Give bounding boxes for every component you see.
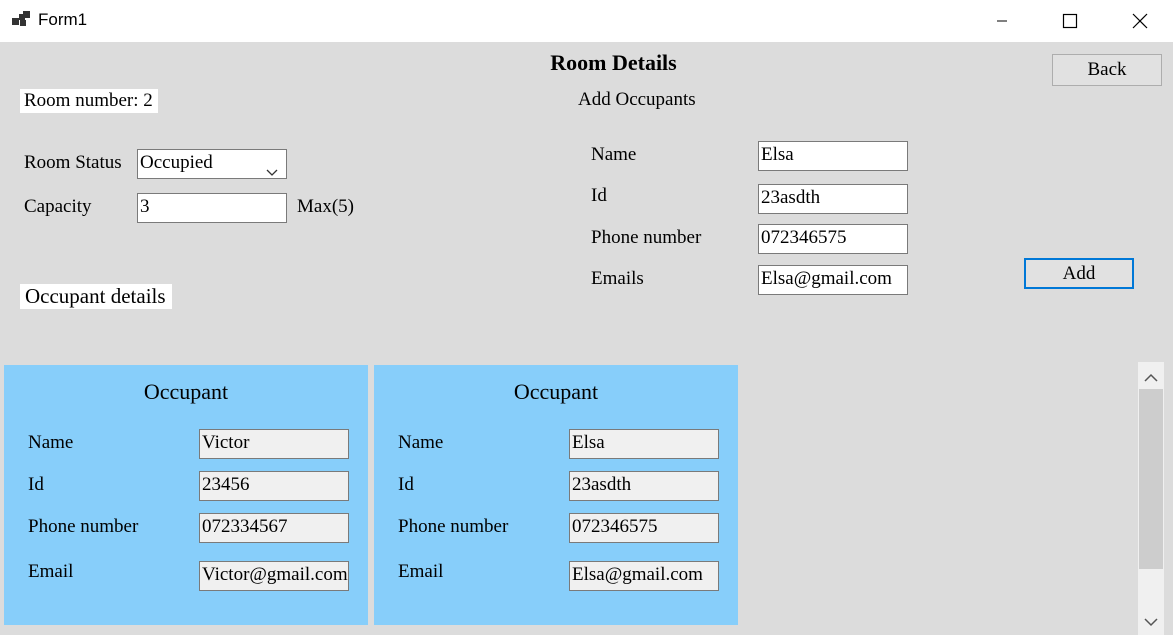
page-title: Room Details bbox=[550, 50, 677, 75]
occupant-card: Occupant Name Victor Id 23456 Phone numb… bbox=[4, 365, 368, 625]
occupant-phone-field[interactable]: 072334567 bbox=[199, 513, 349, 543]
occupant-name-field[interactable]: Elsa bbox=[569, 429, 719, 459]
occupant-phone-label: Phone number bbox=[28, 516, 139, 537]
vertical-scrollbar[interactable] bbox=[1138, 362, 1164, 635]
back-button[interactable]: Back bbox=[1052, 54, 1162, 86]
occupant-id-label: Id bbox=[28, 474, 44, 495]
occupant-card-title: Occupant bbox=[513, 379, 599, 404]
occupant-email-label: Email bbox=[28, 561, 74, 582]
room-status-label: Room Status bbox=[24, 152, 122, 173]
occupant-card: Occupant Name Elsa Id 23asdth Phone numb… bbox=[374, 365, 738, 625]
occupant-id-field[interactable]: 23456 bbox=[199, 471, 349, 501]
app-window-icon bbox=[12, 11, 30, 27]
occupant-details-heading: Occupant details bbox=[20, 284, 172, 309]
add-name-label: Name bbox=[591, 144, 637, 165]
occupant-id-field[interactable]: 23asdth bbox=[569, 471, 719, 501]
room-status-value: Occupied bbox=[140, 152, 213, 173]
room-number-label: Room number: 2 bbox=[20, 89, 158, 113]
capacity-input[interactable]: 3 bbox=[137, 193, 287, 223]
occupant-card-title: Occupant bbox=[143, 379, 229, 404]
add-phone-input[interactable]: 072346575 bbox=[758, 224, 908, 254]
add-email-label: Emails bbox=[591, 268, 644, 289]
close-button[interactable] bbox=[1117, 0, 1163, 42]
window-title: Form1 bbox=[38, 10, 88, 29]
add-email-input[interactable]: Elsa@gmail.com bbox=[758, 265, 908, 295]
occupant-name-field[interactable]: Victor bbox=[199, 429, 349, 459]
chevron-down-icon bbox=[266, 159, 278, 185]
occupant-name-label: Name bbox=[28, 432, 74, 453]
title-bar: Form1 bbox=[0, 0, 1173, 42]
maximize-icon bbox=[1062, 13, 1078, 29]
capacity-label: Capacity bbox=[24, 196, 92, 217]
add-id-label: Id bbox=[591, 185, 607, 206]
room-status-select[interactable]: Occupied bbox=[137, 149, 287, 179]
minimize-icon bbox=[996, 15, 1008, 27]
close-icon bbox=[1132, 13, 1148, 29]
minimize-button[interactable] bbox=[979, 0, 1025, 42]
add-phone-label: Phone number bbox=[591, 227, 702, 248]
occupant-email-field[interactable]: Victor@gmail.com bbox=[199, 561, 349, 591]
scrollbar-thumb[interactable] bbox=[1139, 389, 1163, 569]
add-id-input[interactable]: 23asdth bbox=[758, 184, 908, 214]
occupant-name-label: Name bbox=[398, 432, 444, 453]
occupant-id-label: Id bbox=[398, 474, 414, 495]
scroll-up-icon[interactable] bbox=[1144, 370, 1158, 388]
maximize-button[interactable] bbox=[1047, 0, 1093, 42]
scroll-down-icon[interactable] bbox=[1144, 614, 1158, 632]
occupant-phone-field[interactable]: 072346575 bbox=[569, 513, 719, 543]
add-name-input[interactable]: Elsa bbox=[758, 141, 908, 171]
add-button[interactable]: Add bbox=[1024, 258, 1134, 289]
occupant-phone-label: Phone number bbox=[398, 516, 509, 537]
occupant-email-field[interactable]: Elsa@gmail.com bbox=[569, 561, 719, 591]
occupant-email-label: Email bbox=[398, 561, 444, 582]
add-occupants-heading: Add Occupants bbox=[578, 89, 696, 110]
capacity-max-label: Max(5) bbox=[297, 196, 354, 217]
